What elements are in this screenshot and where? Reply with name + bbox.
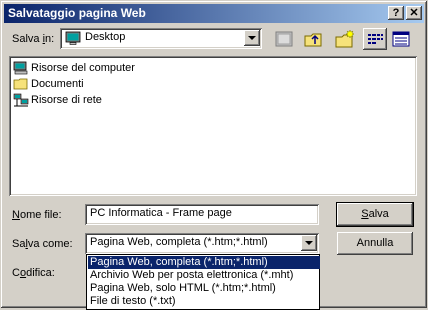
file-list[interactable]: Risorse del computer Documenti Risorse d… <box>9 56 417 196</box>
cancel-button[interactable]: Annulla <box>337 232 413 255</box>
details-view-button[interactable] <box>390 28 412 50</box>
save-as-type-label: Salva come: <box>12 238 73 250</box>
dropdown-option[interactable]: File di testo (*.txt) <box>88 295 320 308</box>
dropdown-option[interactable]: Pagina Web, solo HTML (*.htm;*.html) <box>88 282 320 295</box>
window-title: Salvataggio pagina Web <box>8 6 146 20</box>
save-as-type-dropdown-list: Pagina Web, completa (*.htm;*.html) Arch… <box>86 254 320 310</box>
title-bar[interactable]: Salvataggio pagina Web ? ✕ <box>4 4 424 23</box>
save-web-page-dialog: Salvataggio pagina Web ? ✕ Salva in: Des… <box>0 0 428 310</box>
network-icon <box>13 93 29 107</box>
new-folder-icon <box>335 29 355 48</box>
up-folder-icon <box>304 33 322 47</box>
back-button[interactable] <box>273 28 295 50</box>
dropdown-option[interactable]: Archivio Web per posta elettronica (*.mh… <box>88 269 320 282</box>
up-one-level-button[interactable] <box>303 28 325 50</box>
encoding-label: Codifica: <box>12 267 55 279</box>
desktop-icon <box>65 31 81 45</box>
save-in-label: Salva in: <box>12 33 55 45</box>
help-button[interactable]: ? <box>388 6 404 20</box>
my-computer-icon <box>13 61 28 75</box>
list-view-button[interactable] <box>363 28 387 50</box>
details-view-icon <box>392 31 410 47</box>
close-button[interactable]: ✕ <box>406 6 422 20</box>
dropdown-option[interactable]: Pagina Web, completa (*.htm;*.html) <box>88 256 320 269</box>
save-button[interactable]: Salva <box>337 203 413 226</box>
save-as-type-value: Pagina Web, completa (*.htm;*.html) <box>90 236 268 248</box>
save-in-value: Desktop <box>85 31 126 43</box>
filename-input[interactable]: PC Informatica - Frame page <box>85 204 319 225</box>
folder-icon <box>13 78 28 90</box>
filename-label: Nome file: <box>12 209 62 221</box>
list-view-icon <box>368 34 383 44</box>
new-folder-button[interactable] <box>334 28 356 50</box>
save-in-dropdown-button[interactable] <box>244 30 260 46</box>
save-in-combobox[interactable]: Desktop <box>60 28 262 49</box>
save-as-type-combobox[interactable]: Pagina Web, completa (*.htm;*.html) <box>85 233 319 254</box>
save-as-type-dropdown-button[interactable] <box>301 235 317 251</box>
back-arrow-icon <box>275 31 293 47</box>
